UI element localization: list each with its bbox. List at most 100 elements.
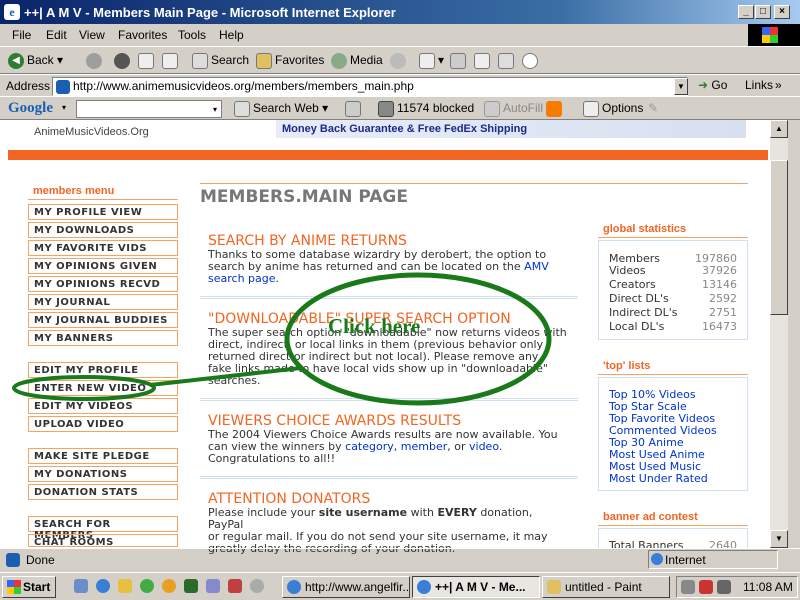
taskbar: Start http://www.angelfir... ++| A M V -…	[0, 572, 800, 600]
quicklaunch-app-icon[interactable]	[206, 579, 220, 593]
menu-bar: File Edit View Favorites Tools Help	[0, 24, 748, 46]
quicklaunch-player-icon[interactable]	[162, 579, 176, 593]
favorites-label: Favorites	[275, 53, 325, 68]
media-label: Media	[350, 53, 383, 68]
menu-favorites[interactable]: Favorites	[118, 28, 167, 42]
autofill-button[interactable]: AutoFill	[484, 101, 543, 117]
history-button[interactable]	[390, 53, 409, 69]
vertical-scrollbar[interactable]: ▲ ▼	[770, 120, 788, 548]
start-button[interactable]: Start	[2, 576, 56, 598]
quicklaunch-app-icon[interactable]	[250, 579, 264, 593]
edit-button[interactable]	[474, 53, 493, 69]
discuss-icon	[498, 53, 514, 69]
print-icon	[450, 53, 466, 69]
home-button[interactable]	[162, 53, 181, 69]
binoculars-icon	[234, 101, 250, 117]
system-tray: 11:08 AM	[676, 576, 798, 598]
quicklaunch-desktop-icon[interactable]	[74, 579, 88, 593]
google-search-dropdown-icon[interactable]: ▾	[213, 105, 217, 114]
address-bar: Address http://www.animemusicvideos.org/…	[0, 74, 800, 96]
back-label: Back	[27, 53, 54, 68]
task-label: ++| A M V - Me...	[435, 580, 526, 594]
mail-icon	[419, 53, 435, 69]
windows-logo	[748, 24, 800, 46]
tray-antivirus-icon[interactable]	[699, 580, 713, 594]
blocked-count: 11574 blocked	[397, 101, 475, 116]
menu-view[interactable]: View	[79, 28, 105, 42]
page-status-icon	[6, 553, 20, 567]
menu-file[interactable]: File	[12, 28, 31, 42]
quicklaunch-app-icon[interactable]	[228, 579, 242, 593]
quicklaunch-app-icon[interactable]	[184, 579, 198, 593]
highlight-button[interactable]: ✎	[648, 101, 658, 115]
print-button[interactable]	[450, 53, 469, 69]
discuss-button[interactable]	[498, 53, 517, 69]
address-input[interactable]: http://www.animemusicvideos.org/members/…	[52, 77, 688, 96]
tray-volume-icon[interactable]	[717, 580, 731, 594]
ie-icon: e	[4, 4, 20, 20]
google-logo[interactable]: Google	[8, 100, 53, 117]
maximize-button[interactable]: □	[755, 5, 771, 19]
popup-blocker-button[interactable]: 11574 blocked	[378, 101, 474, 117]
start-windows-icon	[7, 580, 21, 594]
taskbar-button-angelfire[interactable]: http://www.angelfir...	[282, 576, 410, 598]
refresh-button[interactable]	[138, 53, 157, 69]
task-label: http://www.angelfir...	[305, 580, 410, 594]
annotation-label: Click here	[328, 314, 421, 338]
back-arrow-icon: ◀	[8, 53, 24, 69]
standard-toolbar: ◀ Back ▾ Search Favorites Media ▾	[0, 46, 800, 74]
quicklaunch-folder-icon[interactable]	[118, 579, 132, 593]
search-web-label: Search Web	[253, 101, 319, 116]
taskbar-button-paint[interactable]: untitled - Paint	[542, 576, 670, 598]
news-button[interactable]	[345, 101, 364, 117]
google-search-input[interactable]	[76, 100, 222, 118]
search-button[interactable]: Search	[192, 53, 249, 69]
window-border	[788, 120, 800, 548]
quicklaunch-ie-icon[interactable]	[96, 579, 110, 593]
taskbar-button-amv[interactable]: ++| A M V - Me...	[412, 576, 540, 598]
minimize-button[interactable]: _	[738, 5, 754, 19]
scroll-thumb[interactable]	[770, 160, 788, 315]
go-button[interactable]: ➜ Go	[698, 78, 727, 92]
zone-panel: Internet	[648, 550, 778, 569]
favorites-icon	[256, 53, 272, 69]
google-menu-chevron-icon[interactable]: ▾	[62, 103, 66, 112]
edit-icon	[474, 53, 490, 69]
stop-button[interactable]	[114, 53, 133, 69]
forward-button[interactable]	[86, 53, 105, 69]
back-button[interactable]: ◀ Back ▾	[8, 53, 63, 69]
start-label: Start	[23, 580, 51, 594]
options-button[interactable]: Options	[583, 101, 643, 117]
address-dropdown-button[interactable]: ▼	[674, 78, 688, 95]
tray-network-icon[interactable]	[681, 580, 695, 594]
stop-icon	[114, 53, 130, 69]
favorites-button[interactable]: Favorites	[256, 53, 324, 69]
search-web-button[interactable]: Search Web ▾	[234, 101, 328, 117]
zone-text: Internet	[665, 553, 706, 567]
forward-arrow-icon	[86, 53, 102, 69]
scroll-down-button[interactable]: ▼	[770, 530, 788, 548]
ie-task-icon	[287, 580, 301, 594]
menu-edit[interactable]: Edit	[46, 28, 67, 42]
menu-help[interactable]: Help	[219, 28, 244, 42]
refresh-icon	[138, 53, 154, 69]
quicklaunch-media-icon[interactable]	[140, 579, 154, 593]
scroll-up-button[interactable]: ▲	[770, 120, 788, 138]
title-bar[interactable]: e ++| A M V - Members Main Page - Micros…	[0, 0, 800, 24]
media-button[interactable]: Media	[331, 53, 383, 69]
page-icon	[56, 80, 70, 94]
links-button[interactable]: Links	[745, 78, 773, 92]
links-chevron-icon[interactable]: »	[775, 78, 782, 92]
news-icon	[345, 101, 361, 117]
clock[interactable]: 11:08 AM	[743, 580, 793, 594]
window-title: ++| A M V - Members Main Page - Microsof…	[24, 5, 396, 20]
mail-button[interactable]: ▾	[419, 53, 444, 69]
go-label: Go	[711, 78, 728, 92]
annotation-pointer-line	[149, 366, 302, 387]
options-icon	[583, 101, 599, 117]
menu-tools[interactable]: Tools	[178, 28, 206, 42]
history-icon	[390, 53, 406, 69]
messenger-button[interactable]	[522, 53, 541, 69]
blogger-button[interactable]	[546, 101, 565, 117]
close-button[interactable]: ×	[774, 5, 790, 19]
